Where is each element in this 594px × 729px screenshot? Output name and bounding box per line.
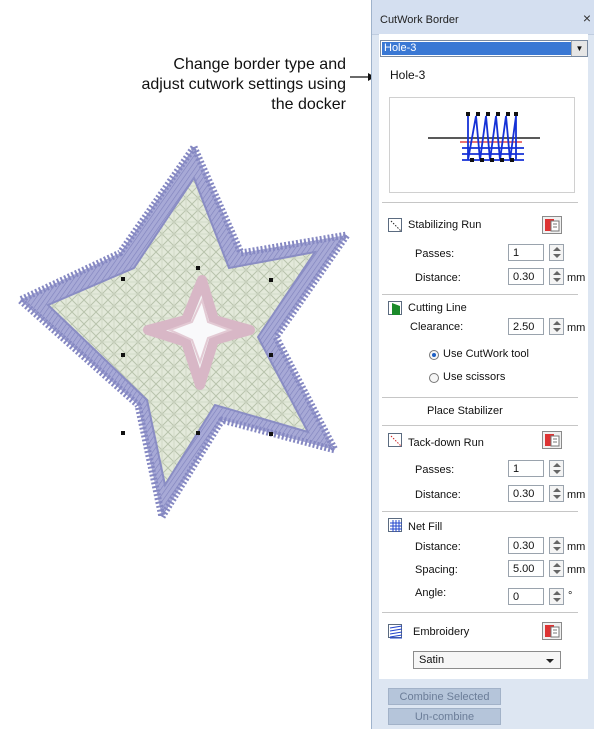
clearance-input[interactable]: 2.50	[508, 318, 544, 335]
net-fill-angle-label: Angle:	[415, 587, 447, 599]
cutting-line-label: Cutting Line	[408, 302, 467, 314]
border-preview	[389, 97, 575, 193]
stabilizing-distance-label: Distance:	[415, 272, 461, 284]
stitch-type-value: Satin	[419, 654, 445, 666]
border-type-value: Hole-3	[382, 42, 571, 55]
net-fill-icon	[388, 518, 402, 532]
clearance-spinner[interactable]	[549, 318, 564, 335]
divider	[382, 202, 578, 203]
tack-down-passes-input[interactable]: 1	[508, 460, 544, 477]
net-fill-label: Net Fill	[408, 521, 443, 533]
docker-title-bar: CutWork Border ×	[372, 0, 594, 35]
stabilizing-run-label: Stabilizing Run	[408, 219, 482, 231]
stabilizing-passes-label: Passes:	[415, 248, 455, 260]
tack-down-distance-spinner[interactable]	[549, 485, 564, 502]
docker-title: CutWork Border	[380, 14, 459, 26]
net-fill-angle-input[interactable]: 0	[508, 588, 544, 605]
stabilizing-passes-input[interactable]: 1	[508, 244, 544, 261]
preview-label: Hole-3	[390, 68, 426, 82]
stabilizing-run-icon	[388, 218, 402, 232]
tack-down-settings-button[interactable]	[542, 431, 562, 449]
clearance-label: Clearance:	[410, 321, 464, 333]
close-icon[interactable]: ×	[583, 10, 591, 26]
embroidery-settings-button[interactable]	[542, 622, 562, 640]
use-scissors-radio[interactable]	[429, 373, 439, 383]
divider	[382, 612, 578, 613]
tack-down-distance-label: Distance:	[415, 489, 461, 501]
stabilizing-distance-spinner[interactable]	[549, 268, 564, 285]
net-fill-distance-spinner[interactable]	[549, 537, 564, 554]
tack-down-run-icon	[388, 433, 402, 447]
use-scissors-label[interactable]: Use scissors	[443, 371, 505, 383]
net-fill-distance-input[interactable]: 0.30	[508, 537, 544, 554]
embroidery-flower-design[interactable]	[0, 0, 370, 729]
use-cutwork-tool-radio[interactable]	[429, 350, 439, 360]
hole-preview-icon	[428, 112, 540, 162]
tack-down-passes-label: Passes:	[415, 464, 455, 476]
net-fill-spacing-spinner[interactable]	[549, 560, 564, 577]
stabilizing-distance-unit: mm	[567, 272, 586, 284]
net-fill-spacing-label: Spacing:	[415, 564, 458, 576]
net-fill-spacing-input[interactable]: 5.00	[508, 560, 544, 577]
tack-down-run-label: Tack-down Run	[408, 437, 484, 449]
chevron-down-icon	[546, 659, 554, 663]
cutwork-border-docker: CutWork Border × Hole-3 ▼ Hole-3 Stabili…	[371, 0, 594, 729]
net-fill-angle-unit: °	[568, 590, 573, 602]
net-fill-distance-label: Distance:	[415, 541, 461, 553]
divider	[382, 294, 578, 295]
net-fill-angle-spinner[interactable]	[549, 588, 564, 605]
stabilizing-passes-spinner[interactable]	[549, 244, 564, 261]
border-type-dropdown[interactable]: Hole-3 ▼	[380, 40, 588, 57]
place-stabilizer-button[interactable]: Place Stabilizer	[427, 405, 503, 417]
stabilizing-distance-input[interactable]: 0.30	[508, 268, 544, 285]
divider	[382, 425, 578, 426]
divider	[382, 397, 578, 398]
divider	[382, 511, 578, 512]
net-fill-distance-unit: mm	[567, 541, 586, 553]
tack-down-passes-spinner[interactable]	[549, 460, 564, 477]
cutting-line-icon	[388, 301, 402, 315]
combine-selected-button[interactable]: Combine Selected	[388, 688, 501, 705]
tack-down-distance-unit: mm	[567, 489, 586, 501]
embroidery-label: Embroidery	[413, 626, 470, 638]
uncombine-button[interactable]: Un-combine	[388, 708, 501, 725]
clearance-unit: mm	[567, 322, 586, 334]
use-cutwork-tool-label[interactable]: Use CutWork tool	[443, 348, 529, 360]
chevron-down-icon[interactable]: ▼	[571, 41, 587, 56]
stabilizing-run-settings-button[interactable]	[542, 216, 562, 234]
embroidery-satin-icon	[388, 624, 403, 639]
net-fill-spacing-unit: mm	[567, 564, 586, 576]
tack-down-distance-input[interactable]: 0.30	[508, 485, 544, 502]
stitch-type-dropdown[interactable]: Satin	[413, 651, 561, 669]
